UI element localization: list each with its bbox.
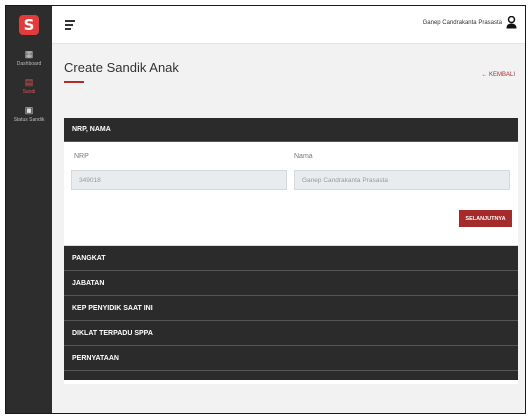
user-icon[interactable]: [506, 16, 517, 29]
form-area: NRP 349018 Nama Ganep Candrakanta Prasas…: [64, 142, 518, 246]
section-header-pernyataan[interactable]: PERNYATAAN: [64, 346, 518, 371]
top-bar: Ganep Candrakanta Prasasta: [52, 6, 525, 44]
sidebar-item-label: Dashboard: [16, 61, 42, 67]
section-header-diklat[interactable]: DIKLAT TERPADU SPPA: [64, 321, 518, 346]
app-window: S ▦ Dashboard ▤ Sandi ▣ Status Sandik Ga…: [5, 5, 526, 414]
sidebar-item-dashboard[interactable]: ▦ Dashboard: [6, 44, 52, 72]
logo-badge: S: [19, 15, 39, 35]
back-link[interactable]: ← KEMBALI: [481, 72, 515, 78]
section-header-kep-penyidik[interactable]: KEP PENYIDIK SAAT INI: [64, 296, 518, 321]
sidebar-item-label: Status Sandik: [13, 117, 45, 123]
dashboard-icon: ▦: [24, 49, 34, 59]
nama-label: Nama: [294, 153, 313, 160]
status-icon: ▣: [24, 105, 34, 115]
app-logo[interactable]: S: [6, 6, 52, 44]
document-icon: ▤: [24, 77, 34, 87]
section-header-jabatan[interactable]: JABATAN: [64, 271, 518, 296]
form-card: NRP, NAMA NRP 349018 Nama Ganep Candraka…: [64, 118, 518, 384]
menu-icon[interactable]: [65, 20, 75, 32]
sidebar-item-label: Sandi: [22, 89, 36, 95]
section-header-nrp-nama[interactable]: NRP, NAMA: [64, 118, 518, 142]
sidebar: S ▦ Dashboard ▤ Sandi ▣ Status Sandik: [6, 6, 52, 413]
nama-field[interactable]: Ganep Candrakanta Prasasta: [294, 170, 510, 190]
nrp-label: NRP: [74, 153, 89, 160]
card-footer: [64, 371, 518, 380]
nrp-field[interactable]: 349018: [71, 170, 287, 190]
next-button[interactable]: SELANJUTNYA: [459, 210, 512, 227]
sidebar-item-sandi[interactable]: ▤ Sandi: [6, 72, 52, 100]
user-name[interactable]: Ganep Candrakanta Prasasta: [423, 20, 502, 26]
sidebar-item-status-sandik[interactable]: ▣ Status Sandik: [6, 100, 52, 128]
section-header-pangkat[interactable]: PANGKAT: [64, 246, 518, 271]
page-title: Create Sandik Anak: [64, 60, 179, 75]
title-underline: [64, 81, 84, 83]
